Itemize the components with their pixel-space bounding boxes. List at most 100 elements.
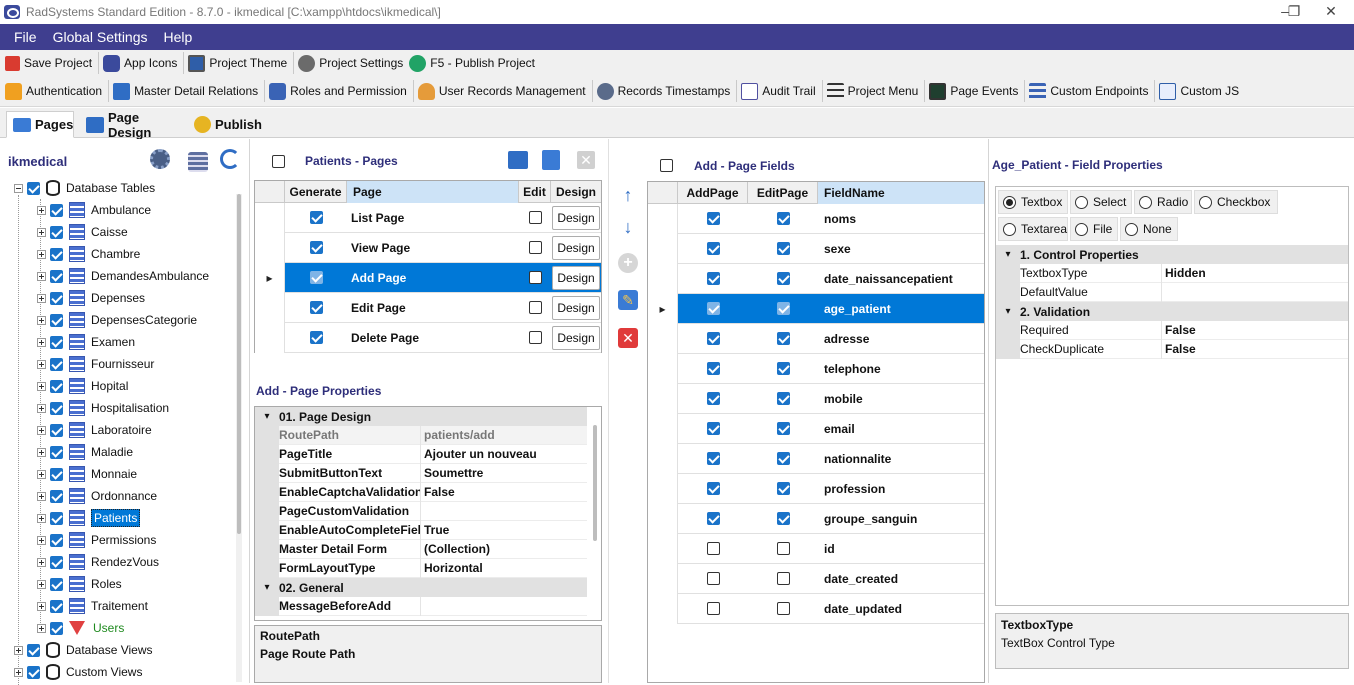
field-property-row[interactable]: Required False — [996, 320, 1348, 340]
col-edit[interactable]: Edit — [519, 181, 551, 203]
menu-file[interactable]: File — [6, 24, 45, 50]
tree-custom-views[interactable]: Custom Views — [14, 661, 142, 683]
db-settings-icon[interactable] — [188, 152, 208, 172]
property-row[interactable]: SubmitButtonText Soumettre — [255, 463, 587, 483]
tree-checkbox[interactable] — [50, 313, 63, 327]
generate-checkbox[interactable] — [309, 271, 323, 284]
page-row[interactable]: List Page Design — [255, 202, 601, 233]
project-theme-button[interactable]: Project Theme — [186, 51, 291, 75]
app-icons-button[interactable]: App Icons — [101, 51, 181, 75]
field-row[interactable]: ▸ age_patient — [648, 293, 984, 324]
design-button[interactable]: Design — [552, 265, 600, 290]
property-row[interactable]: MessageBeforeAdd — [255, 596, 587, 616]
tree-checkbox[interactable] — [50, 489, 63, 503]
tree-table-item[interactable]: Ordonnance — [37, 485, 157, 507]
settings-gear-icon[interactable] — [150, 149, 170, 169]
property-value[interactable]: (Collection) — [421, 540, 587, 559]
property-value[interactable]: False — [1162, 340, 1348, 359]
tree-database-views[interactable]: Database Views — [14, 639, 153, 661]
property-value[interactable]: Ajouter un nouveau — [421, 445, 587, 464]
addpage-checkbox[interactable] — [706, 392, 720, 405]
field-row[interactable]: profession — [648, 473, 984, 504]
editpage-checkbox[interactable] — [776, 332, 790, 345]
tree-checkbox[interactable] — [27, 665, 40, 679]
delete-page-icon[interactable]: ✕ — [577, 151, 595, 169]
tree-table-item[interactable]: Laboratoire — [37, 419, 152, 441]
master-detail-relations-button[interactable]: Master Detail Relations — [111, 79, 262, 103]
tree-checkbox[interactable] — [50, 445, 63, 459]
tree-checkbox[interactable] — [50, 357, 63, 371]
expand-icon[interactable] — [37, 359, 46, 369]
field-property-row[interactable]: DefaultValue — [996, 282, 1348, 302]
expand-icon[interactable] — [37, 381, 46, 391]
roles-permission-button[interactable]: Roles and Permission — [267, 79, 411, 103]
edit-checkbox[interactable] — [528, 241, 542, 254]
property-row[interactable]: EnableAutoCompleteFiel True — [255, 520, 587, 540]
property-row[interactable]: EnableCaptchaValidation False — [255, 482, 587, 502]
field-row[interactable]: sexe — [648, 233, 984, 264]
field-row[interactable]: telephone — [648, 353, 984, 384]
page-row[interactable]: Edit Page Design — [255, 292, 601, 323]
authentication-button[interactable]: Authentication — [3, 79, 106, 103]
field-property-row[interactable]: CheckDuplicate False — [996, 339, 1348, 359]
tree-table-item[interactable]: Depenses — [37, 287, 145, 309]
field-row[interactable]: adresse — [648, 323, 984, 354]
tab-pages[interactable]: Pages — [6, 111, 74, 138]
expand-icon[interactable] — [14, 645, 23, 655]
tree-checkbox[interactable] — [50, 401, 63, 415]
property-value[interactable] — [1162, 283, 1348, 302]
property-row[interactable]: RoutePath patients/add — [255, 425, 587, 445]
addpage-checkbox[interactable] — [706, 302, 720, 315]
control-type-radio[interactable]: Textbox — [998, 190, 1068, 214]
audit-trail-button[interactable]: Audit Trail — [739, 79, 819, 103]
records-timestamps-button[interactable]: Records Timestamps — [595, 79, 735, 103]
col-design[interactable]: Design — [551, 181, 601, 203]
tree-table-item[interactable]: Traitement — [37, 595, 148, 617]
property-value[interactable]: Horizontal — [421, 559, 587, 578]
generate-checkbox[interactable] — [309, 211, 323, 224]
tree-checkbox[interactable] — [50, 379, 63, 393]
page-events-button[interactable]: Page Events — [927, 79, 1022, 103]
control-type-radio[interactable]: None — [1120, 217, 1178, 241]
expand-icon[interactable] — [37, 601, 46, 611]
expand-icon[interactable] — [37, 491, 46, 501]
control-type-radio[interactable]: File — [1070, 217, 1118, 241]
tree-table-item[interactable]: RendezVous — [37, 551, 159, 573]
project-settings-button[interactable]: Project Settings — [296, 51, 407, 75]
design-button[interactable]: Design — [552, 325, 600, 350]
save-project-button[interactable]: Save Project — [3, 51, 96, 75]
control-type-radio[interactable]: Select — [1070, 190, 1132, 214]
move-up-icon[interactable]: ↑ — [617, 184, 639, 206]
property-value[interactable]: False — [421, 483, 587, 502]
property-category[interactable]: ▾ 02. General — [255, 578, 587, 597]
editpage-checkbox[interactable] — [776, 392, 790, 405]
menu-global-settings[interactable]: Global Settings — [45, 24, 156, 50]
close-icon[interactable]: ✕ — [1308, 0, 1354, 24]
tree-checkbox[interactable] — [50, 577, 63, 591]
edit-checkbox[interactable] — [528, 211, 542, 224]
generate-checkbox[interactable] — [309, 241, 323, 254]
tree-table-item[interactable]: DemandesAmbulance — [37, 265, 209, 287]
property-category[interactable]: ▾ 01. Page Design — [255, 407, 587, 426]
addpage-checkbox[interactable] — [706, 512, 720, 525]
tree-checkbox[interactable] — [50, 621, 63, 635]
property-row[interactable]: Master Detail Form (Collection) — [255, 539, 587, 559]
control-type-radio[interactable]: Checkbox — [1194, 190, 1278, 214]
addpage-checkbox[interactable] — [706, 482, 720, 495]
field-row[interactable]: noms — [648, 203, 984, 234]
tab-page-design[interactable]: Page Design — [80, 110, 186, 140]
tree-table-item[interactable]: Ambulance — [37, 199, 151, 221]
design-button[interactable]: Design — [552, 235, 600, 260]
editpage-checkbox[interactable] — [776, 422, 790, 435]
addpage-checkbox[interactable] — [706, 572, 720, 585]
col-editpage[interactable]: EditPage — [748, 182, 818, 204]
edit-checkbox[interactable] — [528, 301, 542, 314]
field-row[interactable]: date_naissancepatient — [648, 263, 984, 294]
expand-icon[interactable] — [37, 205, 46, 215]
menu-help[interactable]: Help — [156, 24, 201, 50]
property-row[interactable]: FormLayoutType Horizontal — [255, 558, 587, 578]
tree-checkbox[interactable] — [50, 511, 63, 525]
add-field-icon[interactable]: + — [618, 253, 638, 273]
expand-icon[interactable] — [14, 667, 23, 677]
editpage-checkbox[interactable] — [776, 512, 790, 525]
